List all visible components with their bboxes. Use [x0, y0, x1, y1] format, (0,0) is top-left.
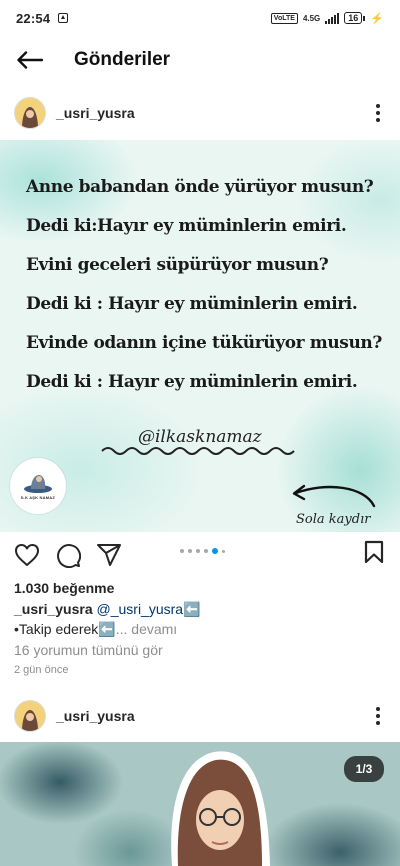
- upload-notification-icon: [58, 13, 69, 23]
- battery-icon: 16: [344, 12, 366, 24]
- network-type-label: 4.5G: [302, 13, 321, 23]
- post-header: _usri_yusra: [0, 85, 400, 141]
- back-arrow-icon[interactable]: [2, 36, 58, 84]
- carousel-dot: [180, 549, 184, 553]
- post-header: _usri_yusra: [0, 688, 400, 744]
- left-arrow-emoji: ⬅️: [98, 621, 116, 637]
- top-app-bar: Gönderiler: [0, 36, 400, 84]
- more-options-icon[interactable]: [356, 694, 400, 738]
- status-time: 22:54: [16, 10, 51, 26]
- quote-line: Evinde odanın içine tükürüyor musun?: [26, 333, 382, 353]
- likes-count[interactable]: 1.030 beğenme: [14, 580, 114, 596]
- quote-line: Dedi ki : Hayır ey müminlerin emiri.: [26, 372, 358, 392]
- carousel-dot: [222, 549, 225, 553]
- post-image[interactable]: Anne babandan önde yürüyor musun? Dedi k…: [0, 140, 400, 532]
- brand-logo: İLK AŞK NAMAZ: [10, 458, 66, 514]
- post-image[interactable]: 1/3: [0, 742, 400, 866]
- quote-text: Anne babandan önde yürüyor musun? Dedi k…: [26, 174, 386, 408]
- carousel-dot: [188, 549, 192, 553]
- caption-more-link[interactable]: ... devamı: [116, 621, 177, 637]
- post-timestamp: 2 gün önce: [14, 664, 69, 676]
- page-title: Gönderiler: [74, 49, 171, 70]
- caption-mention[interactable]: @_usri_yusra: [97, 601, 184, 617]
- post-caption: _usri_yusra @_usri_yusra⬅️: [14, 601, 201, 618]
- quote-line: Dedi ki : Hayır ey müminlerin emiri.: [26, 294, 358, 314]
- quote-line: Anne babandan önde yürüyor musun?: [26, 177, 374, 197]
- charging-icon: ⚡: [370, 12, 384, 25]
- bookmark-icon[interactable]: [364, 540, 384, 569]
- carousel-dot-active: [212, 548, 218, 554]
- caption-username[interactable]: _usri_yusra: [14, 601, 93, 617]
- more-options-icon[interactable]: [356, 91, 400, 135]
- caption-text: •Takip ederek: [14, 621, 99, 637]
- swipe-hint-text: Sola kaydır: [296, 512, 371, 527]
- carousel-dot: [196, 549, 200, 553]
- carousel-dot: [204, 549, 208, 553]
- like-heart-icon[interactable]: [13, 541, 41, 569]
- carousel-dots: [180, 548, 225, 554]
- swipe-arrow-icon: [292, 484, 376, 508]
- volte-badge: VoLTE: [270, 12, 298, 24]
- squiggle-line: [101, 447, 295, 455]
- status-icons: VoLTE 4.5G 16 ⚡: [270, 12, 384, 25]
- status-bar: 22:54 VoLTE 4.5G 16 ⚡: [0, 0, 400, 36]
- quote-line: Dedi ki:Hayır ey müminlerin emiri.: [26, 216, 347, 236]
- quote-line: Evini geceleri süpürüyor musun?: [26, 255, 329, 275]
- share-send-icon[interactable]: [95, 541, 123, 569]
- avatar[interactable]: [14, 700, 46, 732]
- battery-level: 16: [348, 13, 359, 23]
- comment-icon[interactable]: [54, 541, 82, 569]
- left-arrow-emoji: ⬅️: [183, 601, 201, 617]
- carousel-counter: 1/3: [344, 756, 384, 782]
- brand-logo-text: İLK AŞK NAMAZ: [20, 495, 55, 500]
- signal-icon: [325, 12, 340, 24]
- post-caption-line: •Takip ederek⬅️... devamı: [14, 621, 177, 638]
- avatar[interactable]: [14, 97, 46, 129]
- view-all-comments-link[interactable]: 16 yorumun tümünü gör: [14, 642, 163, 658]
- illustration-woman-hijab: [171, 751, 270, 866]
- post-username[interactable]: _usri_yusra: [56, 708, 135, 724]
- post-username[interactable]: _usri_yusra: [56, 105, 135, 121]
- post-actions: [0, 533, 400, 577]
